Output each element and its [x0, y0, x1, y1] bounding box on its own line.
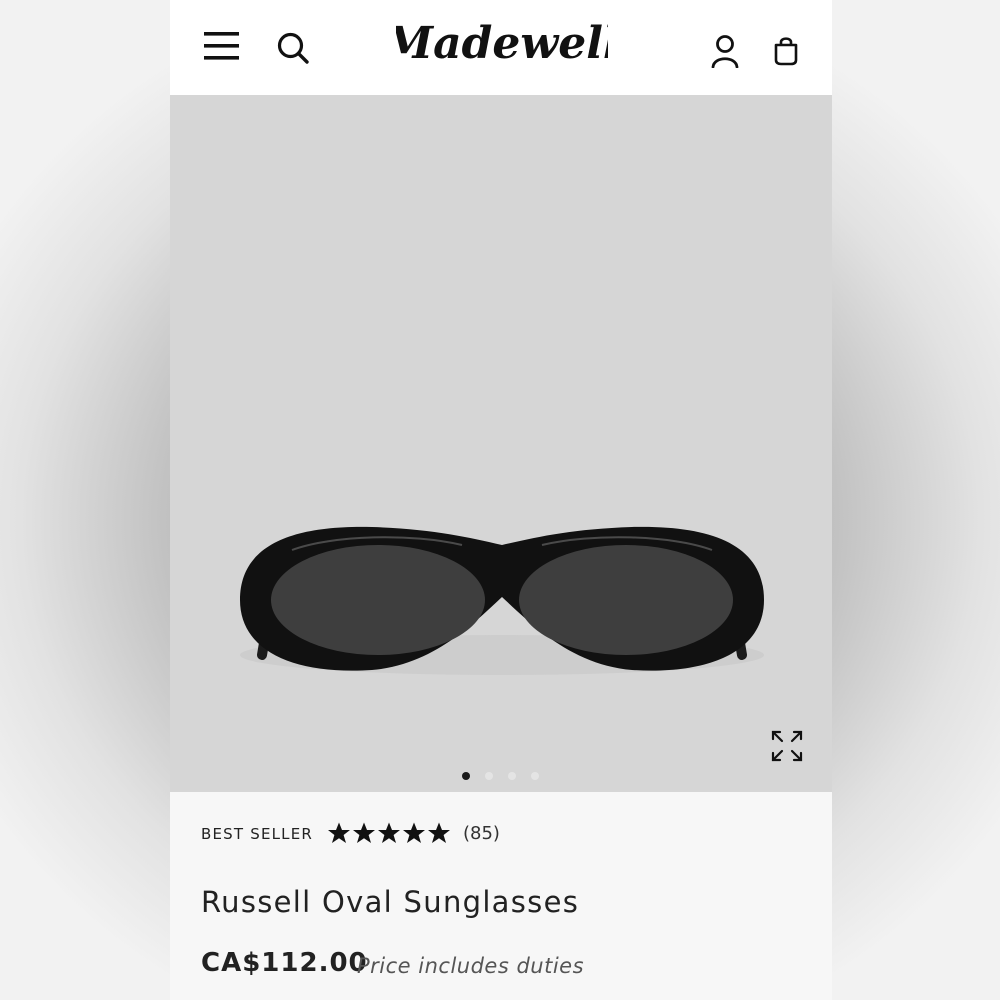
search-icon[interactable]	[276, 31, 310, 65]
star-icon	[403, 822, 425, 843]
expand-arrows-icon[interactable]	[770, 729, 804, 763]
product-info: BEST SELLER (85) Russell Oval Sunglasses…	[170, 792, 832, 1000]
user-account-icon[interactable]	[710, 34, 740, 68]
gallery-dot-3[interactable]	[508, 772, 516, 780]
gallery-dot-1[interactable]	[462, 772, 470, 780]
madewell-logo[interactable]: Madewell	[396, 14, 608, 80]
star-rating[interactable]	[327, 821, 451, 845]
svg-text:Madewell: Madewell	[396, 18, 608, 69]
product-title: Russell Oval Sunglasses	[201, 885, 580, 919]
gallery-pagination	[462, 772, 539, 780]
price-duties-note: Price includes duties	[357, 954, 585, 978]
best-seller-badge: BEST SELLER	[201, 825, 314, 843]
star-icon	[328, 822, 350, 843]
product-page: Madewell BEST SELLER (85) Russell Oval S…	[170, 0, 832, 1000]
gallery-dot-2[interactable]	[485, 772, 493, 780]
shopping-bag-icon[interactable]	[773, 34, 799, 66]
hamburger-menu-icon[interactable]	[203, 30, 241, 62]
product-price: CA$112.00	[201, 948, 368, 978]
star-icon	[353, 822, 375, 843]
site-header: Madewell	[170, 0, 832, 95]
review-count-link[interactable]: (85)	[463, 823, 500, 844]
product-image-gallery[interactable]	[170, 95, 832, 792]
star-icon	[428, 822, 450, 843]
sunglasses-product-image	[240, 526, 764, 675]
gallery-dot-4[interactable]	[531, 772, 539, 780]
star-icon	[378, 822, 400, 843]
